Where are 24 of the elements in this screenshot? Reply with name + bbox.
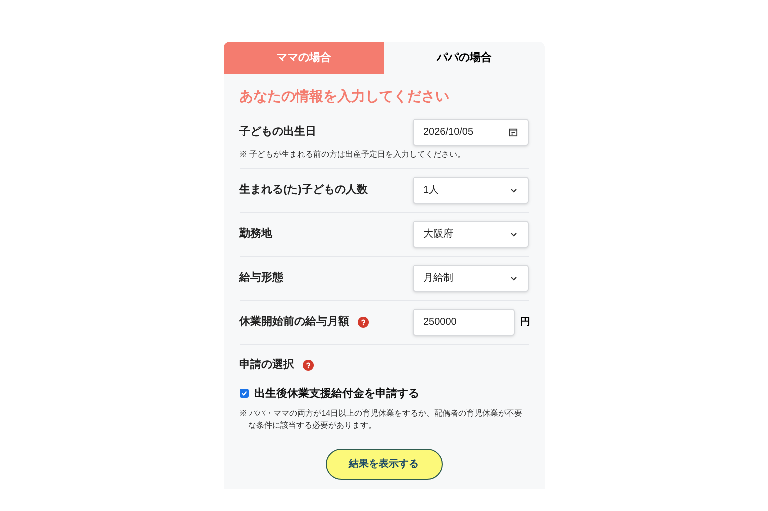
checkbox[interactable] bbox=[240, 389, 248, 398]
input-field[interactable]: 250000 bbox=[412, 309, 514, 336]
hint-text: ※ パパ・ママの両方が14日以上の育児休業をするか、配偶者の育児休業が不要な条件に該当する必要があります。 bbox=[240, 408, 524, 432]
chevron-down-icon[interactable] bbox=[510, 232, 518, 238]
submit-button[interactable]: 結果を表示する bbox=[326, 449, 442, 480]
calendar-icon[interactable] bbox=[508, 128, 518, 137]
checkbox-label[interactable]: 出生後休業支援給付金を申請する bbox=[254, 386, 420, 402]
chevron-down-icon[interactable] bbox=[510, 276, 518, 282]
date-field[interactable]: 2026/10/05 bbox=[412, 119, 528, 146]
field-label: 給与形態 bbox=[240, 270, 284, 286]
dropdown[interactable]: 月給制 bbox=[412, 265, 528, 292]
help-icon[interactable] bbox=[302, 360, 314, 371]
dropdown[interactable]: 1人 bbox=[412, 177, 528, 204]
field-label: 勤務地 bbox=[240, 226, 272, 242]
section-label: 申請の選択 bbox=[240, 358, 294, 373]
hint-text: ※ 子どもが生まれる前の方は出産予定日を入力してください。 bbox=[240, 150, 467, 160]
chevron-down-icon[interactable] bbox=[510, 188, 518, 194]
field-label: 子どもの出生日 bbox=[240, 124, 316, 140]
section-heading: あなたの情報を入力してください bbox=[240, 87, 450, 106]
help-icon[interactable] bbox=[358, 317, 368, 328]
dropdown[interactable]: 大阪府 bbox=[412, 221, 528, 248]
unit-label: 円 bbox=[520, 316, 528, 330]
field-label: 生まれる(た)子どもの人数 bbox=[240, 182, 368, 198]
field-label: 休業開始前の給与月額 bbox=[240, 314, 350, 330]
